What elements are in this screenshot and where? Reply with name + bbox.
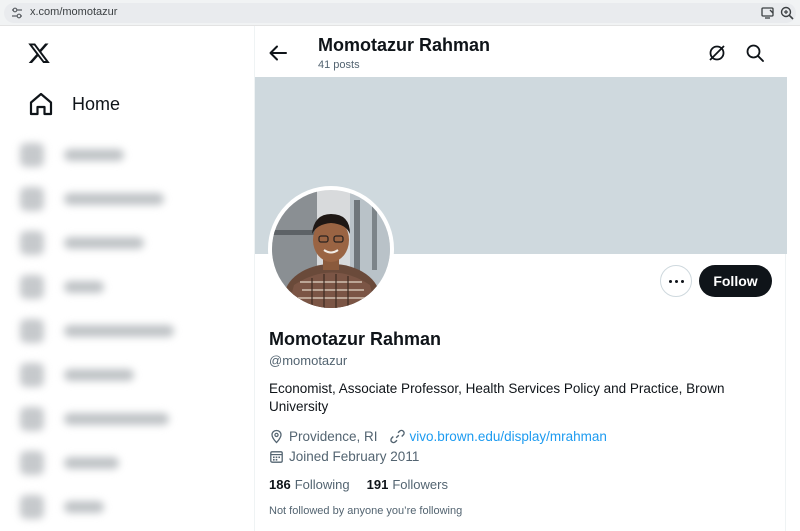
more-icon <box>668 279 684 283</box>
profile-header-bar: Momotazur Rahman 41 posts <box>255 26 787 77</box>
left-sidebar: Home <box>0 26 254 531</box>
blurred-navigation <box>10 130 210 530</box>
profile-joined-date: Joined February 2011 <box>289 448 420 464</box>
followers-count: 191 <box>366 477 389 492</box>
grok-icon[interactable] <box>707 43 727 63</box>
followers-label: Followers <box>392 477 448 492</box>
site-settings-icon[interactable] <box>10 6 24 20</box>
home-icon <box>29 92 53 116</box>
x-logo-icon[interactable] <box>27 41 51 65</box>
follow-button[interactable]: Follow <box>699 265 772 297</box>
browser-address-bar: x.com/momotazur <box>0 0 800 26</box>
following-link[interactable]: 186 Following <box>269 477 350 492</box>
profile-column: Momotazur Rahman 41 posts Follow Momotaz… <box>254 26 787 531</box>
link-icon <box>389 429 405 443</box>
more-options-button[interactable] <box>660 265 692 297</box>
back-arrow-icon[interactable] <box>267 42 289 64</box>
profile-location: Providence, RI <box>289 428 378 444</box>
url-text[interactable]: x.com/momotazur <box>30 6 117 18</box>
profile-meta-row: Providence, RI vivo.brown.edu/display/mr… <box>269 427 607 445</box>
followed-by-text: Not followed by anyone you’re following <box>269 505 463 517</box>
follow-stats: 186 Following 191 Followers <box>269 477 465 492</box>
profile-joined-row: Joined February 2011 <box>269 447 419 465</box>
profile-display-name: Momotazur Rahman <box>269 329 442 349</box>
zoom-icon[interactable] <box>779 5 795 21</box>
calendar-icon <box>270 450 283 463</box>
profile-website-link[interactable]: vivo.brown.edu/display/mrahman <box>410 429 607 444</box>
post-count: 41 posts <box>318 59 360 71</box>
avatar-photo <box>272 190 390 308</box>
following-count: 186 <box>269 477 291 492</box>
avatar[interactable] <box>268 186 394 312</box>
search-icon[interactable] <box>745 43 765 63</box>
sidebar-item-label: Home <box>72 93 121 114</box>
followers-link[interactable]: 191 Followers <box>367 477 448 492</box>
location-pin-icon <box>271 429 282 443</box>
following-label: Following <box>294 477 350 492</box>
profile-bio: Economist, Associate Professor, Health S… <box>269 381 725 414</box>
sidebar-item-home[interactable]: Home <box>22 88 120 120</box>
install-app-icon[interactable] <box>760 5 776 21</box>
url-bar[interactable] <box>4 3 796 23</box>
header-display-name: Momotazur Rahman <box>318 35 491 55</box>
profile-handle: @momotazur <box>269 353 348 368</box>
